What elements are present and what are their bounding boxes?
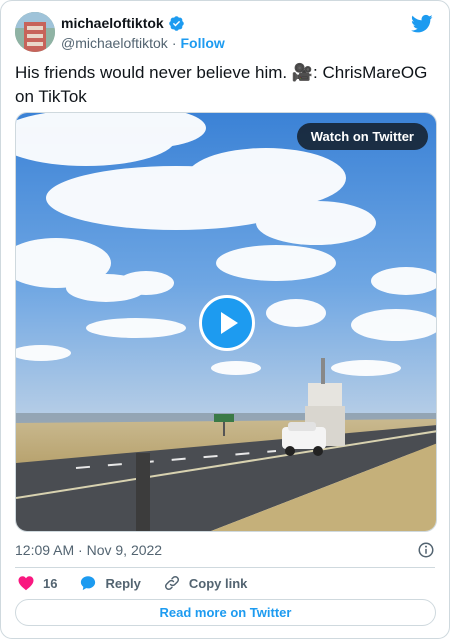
tweet-text: His friends would never believe him. 🎥: … xyxy=(15,63,428,106)
name-row: michaeloftiktok xyxy=(61,14,225,32)
avatar[interactable] xyxy=(15,12,55,52)
user-names: michaeloftiktok @michaeloftiktok · Follo… xyxy=(61,14,225,52)
like-button[interactable]: 16 xyxy=(17,574,57,592)
tweet-meta: 12:09 AM · Nov 9, 2022 xyxy=(15,541,435,559)
tweet-header: michaeloftiktok @michaeloftiktok · Follo… xyxy=(15,12,435,52)
link-icon xyxy=(164,575,179,591)
watch-on-twitter-button[interactable]: Watch on Twitter xyxy=(296,123,428,150)
display-name[interactable]: michaeloftiktok xyxy=(61,15,164,31)
separator-dot: · xyxy=(171,35,177,51)
handle-row: @michaeloftiktok · Follow xyxy=(61,34,225,52)
play-button-icon[interactable] xyxy=(199,295,255,351)
info-icon[interactable] xyxy=(417,541,435,559)
follow-button[interactable]: Follow xyxy=(180,35,224,51)
reply-bubble-icon xyxy=(81,576,96,591)
timestamp[interactable]: 12:09 AM · Nov 9, 2022 xyxy=(15,542,162,558)
copy-link-button[interactable]: Copy link xyxy=(163,574,248,592)
heart-icon xyxy=(18,576,34,591)
user-handle[interactable]: @michaeloftiktok xyxy=(61,35,168,51)
divider xyxy=(15,567,435,568)
video-player[interactable]: Watch on Twitter xyxy=(15,112,437,532)
verified-badge-icon xyxy=(168,15,185,32)
tweet-card: michaeloftiktok @michaeloftiktok · Follo… xyxy=(0,0,450,639)
read-more-button[interactable]: Read more on Twitter xyxy=(15,599,436,626)
reply-button[interactable]: Reply xyxy=(79,574,141,592)
twitter-bird-icon[interactable] xyxy=(411,14,433,34)
tweet-actions: 16 Reply Copy link xyxy=(17,574,269,592)
reply-label: Reply xyxy=(105,575,141,591)
copy-link-label: Copy link xyxy=(188,575,248,591)
like-count: 16 xyxy=(43,575,58,591)
